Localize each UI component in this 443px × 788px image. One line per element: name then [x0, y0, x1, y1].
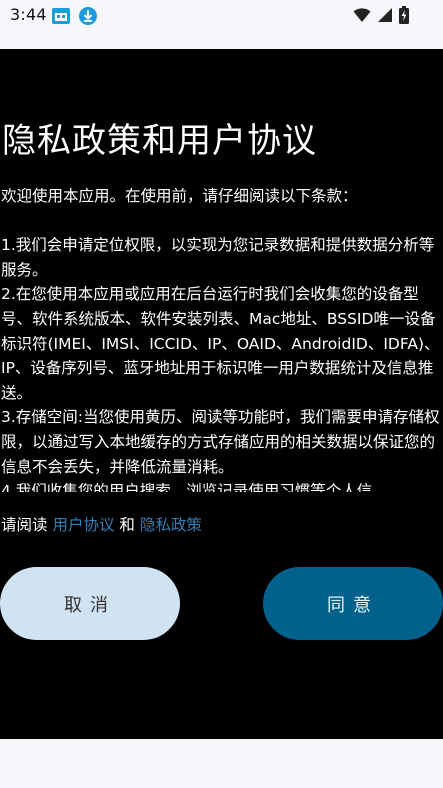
policy-clause: 1.我们会申请定位权限，以实现为您记录数据和提供数据分析等服务。: [1, 236, 435, 279]
policy-scroll-area[interactable]: 欢迎使用本应用。在使用前，请仔细阅读以下条款： 1.我们会申请定位权限，以实现为…: [0, 184, 440, 492]
consent-line: 请阅读 用户协议 和 隐私政策: [1, 513, 202, 535]
bottom-area: [0, 739, 443, 788]
download-icon: [78, 6, 98, 30]
privacy-policy-link[interactable]: 隐私政策: [140, 516, 202, 534]
system-indicators: [353, 6, 409, 28]
user-agreement-link[interactable]: 用户协议: [52, 516, 114, 534]
wifi-icon: [353, 7, 371, 27]
cancel-button[interactable]: 取消: [0, 567, 180, 640]
policy-text: 欢迎使用本应用。在使用前，请仔细阅读以下条款： 1.我们会申请定位权限，以实现为…: [0, 184, 440, 492]
status-bar: 3:44: [0, 0, 443, 32]
policy-intro: 欢迎使用本应用。在使用前，请仔细阅读以下条款：: [1, 187, 358, 205]
battery-charging-icon: [399, 6, 409, 28]
policy-clause: 2.在您使用本应用或应用在后台运行时我们会收集您的设备型号、软件系统版本、软件安…: [1, 285, 440, 402]
policy-clause: 4.我们收集您的用户搜索、浏览记录使用习惯等个人信: [1, 482, 373, 492]
consent-prefix: 请阅读: [1, 516, 53, 534]
status-time: 3:44: [10, 5, 47, 24]
signal-icon: [377, 7, 393, 27]
dialog-title: 隐私政策和用户协议: [2, 121, 317, 161]
agree-button[interactable]: 同意: [263, 567, 443, 640]
privacy-dialog: 隐私政策和用户协议 欢迎使用本应用。在使用前，请仔细阅读以下条款： 1.我们会申…: [0, 49, 443, 739]
app-notification-icon: [51, 6, 71, 30]
policy-clause: 3.存储空间:当您使用黄历、阅读等功能时，我们需要申请存储权限，以通过写入本地缓…: [1, 408, 440, 476]
consent-conjunction: 和: [114, 516, 140, 534]
